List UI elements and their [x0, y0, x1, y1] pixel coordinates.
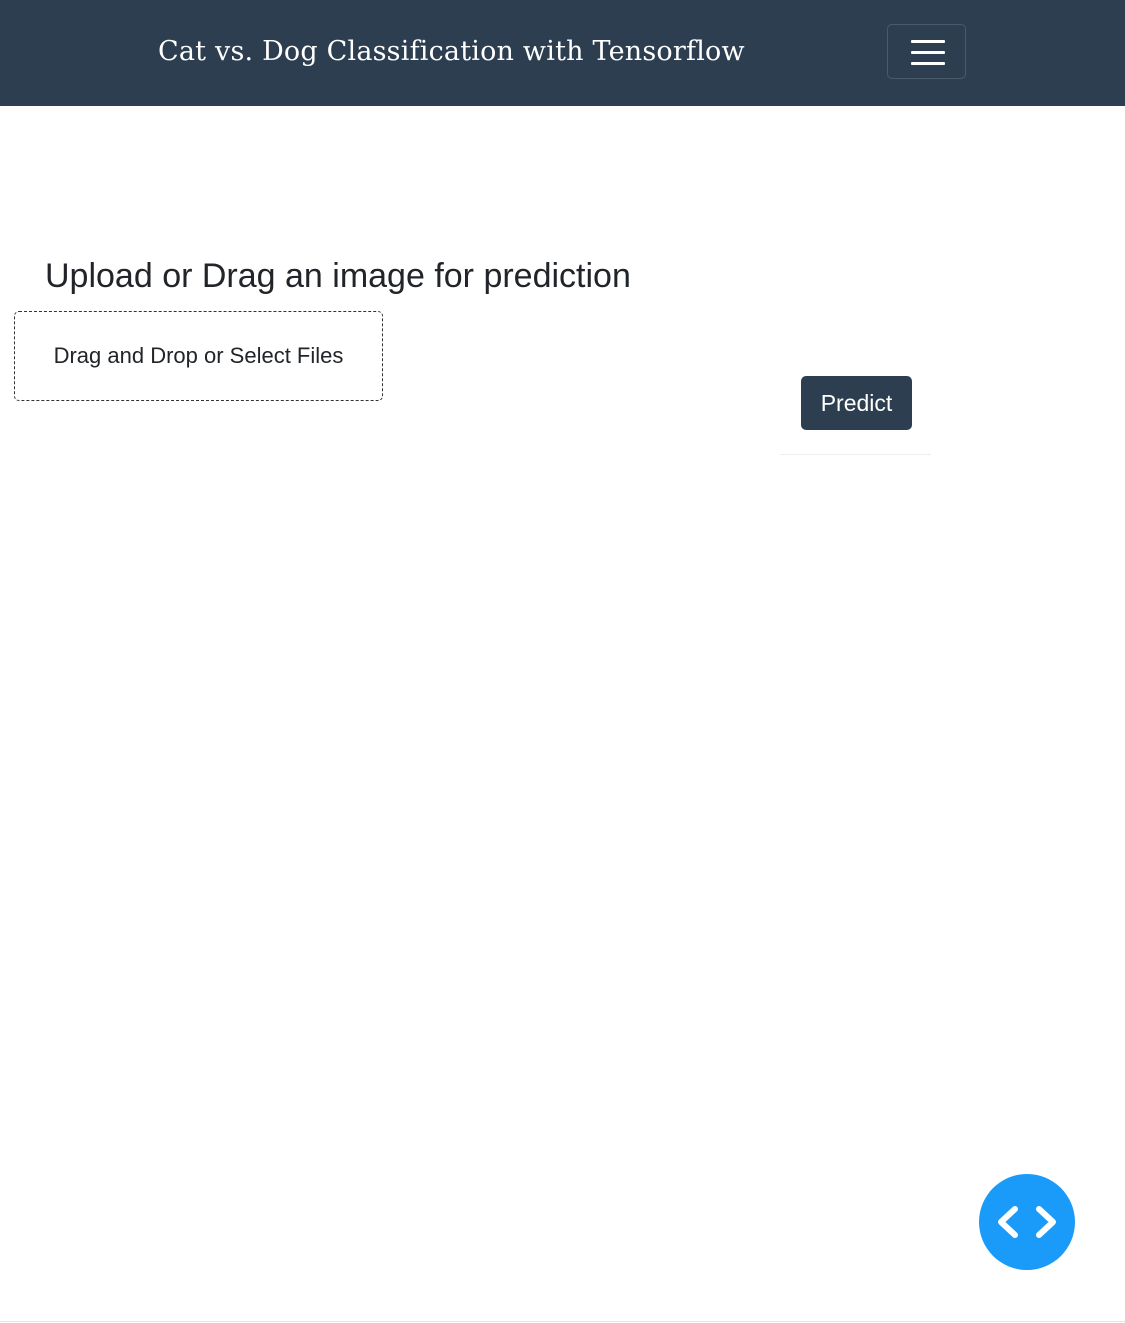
- code-icon: [998, 1206, 1056, 1238]
- predict-divider: [780, 454, 931, 455]
- file-dropzone[interactable]: Drag and Drop or Select Files: [14, 311, 383, 401]
- navbar: Cat vs. Dog Classification with Tensorfl…: [0, 0, 1125, 106]
- navbar-toggler-button[interactable]: [887, 24, 966, 79]
- page-bottom-divider: [0, 1321, 1125, 1322]
- predict-button[interactable]: Predict: [801, 376, 912, 430]
- navbar-brand[interactable]: Cat vs. Dog Classification with Tensorfl…: [158, 34, 745, 70]
- code-view-button[interactable]: [979, 1174, 1075, 1270]
- dropzone-label: Drag and Drop or Select Files: [53, 343, 344, 368]
- page-heading: Upload or Drag an image for prediction: [45, 257, 631, 295]
